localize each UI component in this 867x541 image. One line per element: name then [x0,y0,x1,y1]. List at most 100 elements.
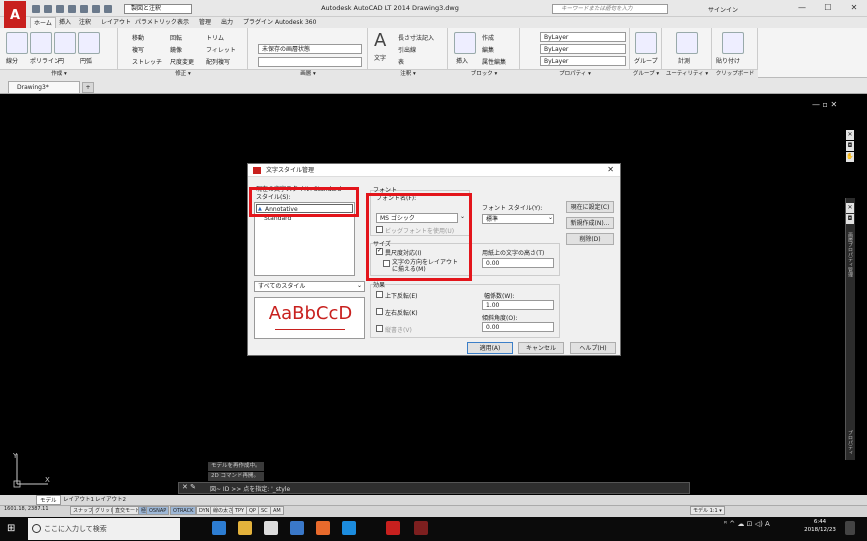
edge-icon[interactable] [212,521,226,535]
print-icon[interactable] [80,5,88,13]
scale-button[interactable]: 尺度変更 [170,57,194,66]
status-otrack[interactable]: OTRACK [170,506,197,515]
viewport-controls[interactable]: — ▫ ✕ [812,100,837,109]
status-sc[interactable]: SC [258,506,271,515]
tab-parametric[interactable]: パラメトリック [132,17,180,28]
font-style-select[interactable]: 標準 [482,214,554,224]
block-edit-button[interactable]: 編集 [482,45,494,54]
command-close-icon[interactable]: ✕ ✎ [182,483,196,491]
windows-start-icon[interactable]: ⊞ [7,523,19,535]
array-button[interactable]: 配列複写 [206,57,230,66]
status-am[interactable]: AM [270,506,284,515]
group-groups-label[interactable]: グループ ▾ [630,69,662,78]
attribute-edit-button[interactable]: 属性編集 [482,57,506,66]
tab-drawing3[interactable]: Drawing3* [8,81,80,94]
layer-palette-title[interactable]: 画層プロパティ管理 [846,232,854,292]
open-icon[interactable] [44,5,52,13]
arc-icon[interactable] [78,32,100,54]
insert-block-icon[interactable] [454,32,476,54]
tab-annotate[interactable]: 注釈 [76,17,94,28]
help-button[interactable]: ヘルプ(H) [570,342,616,354]
layer-select[interactable] [258,57,362,67]
paste-icon[interactable] [722,32,744,54]
fillet-button[interactable]: フィレット [206,45,236,54]
group-properties-label[interactable]: プロパティ ▾ [520,69,630,78]
lineweight-select[interactable]: ByLayer [540,56,626,66]
color-select[interactable]: ByLayer [540,32,626,42]
trim-button[interactable]: トリム [206,33,224,42]
taskbar-clock[interactable]: 6:44 2018/12/23 [803,518,837,534]
group-layers-label[interactable]: 画層 ▾ [248,69,368,78]
block-create-button[interactable]: 作成 [482,33,494,42]
text-tool-icon[interactable]: A [374,30,386,51]
group-clipboard-label[interactable]: クリップボード [712,69,758,78]
group-draw-label[interactable]: 作成 ▾ [0,69,118,78]
explorer-icon[interactable] [238,521,252,535]
redo-icon[interactable] [104,5,112,13]
store-icon[interactable] [290,521,304,535]
new-icon[interactable] [32,5,40,13]
group-annotation-label[interactable]: 注釈 ▾ [368,69,448,78]
layer-state-select[interactable]: 未保存の画層状態 [258,44,362,54]
tab-manage[interactable]: 管理 [196,17,214,28]
style-filter-select[interactable]: すべてのスタイル [254,281,365,292]
move-button[interactable]: 移動 [132,33,144,42]
group-icon[interactable] [635,32,657,54]
saveas-icon[interactable] [68,5,76,13]
navbar-wheel-icon[interactable]: ◘ [846,141,854,151]
line-icon[interactable] [6,32,28,54]
dimension-button[interactable]: 長さ寸法記入 [398,33,434,42]
palette-close-icon[interactable]: ✕ [846,203,854,213]
tab-view[interactable]: 表示 [174,17,192,28]
command-input[interactable]: 図~ ID >> 点を指定: '_style [210,484,290,493]
group-block-label[interactable]: ブロック ▾ [448,69,520,78]
tab-a360[interactable]: Autodesk 360 [272,17,319,28]
navbar-close-icon[interactable]: ✕ [846,130,854,140]
cancel-button[interactable]: キャンセル [518,342,564,354]
tab-plugins[interactable]: プラグイン [240,17,276,28]
group-modify-label[interactable]: 修正 ▾ [118,69,248,78]
upside-down-checkbox[interactable] [376,291,383,298]
tab-layout[interactable]: レイアウト [98,17,134,28]
properties-palette-title[interactable]: プロパティ [846,430,854,466]
undo-icon[interactable] [92,5,100,13]
dialog-close-button[interactable]: ✕ [607,165,614,174]
delete-style-button[interactable]: 削除(D) [566,233,614,245]
status-qp[interactable]: QP [246,506,259,515]
notifications-icon[interactable] [845,521,855,535]
maximize-button[interactable]: ☐ [822,3,834,13]
workspace-select[interactable]: 製図と注釈 [124,4,192,14]
tab-model[interactable]: モデル [36,495,61,505]
polyline-icon[interactable] [30,32,52,54]
minimize-button[interactable]: — [796,3,808,13]
mirror-button[interactable]: 鏡像 [170,45,182,54]
measure-icon[interactable] [676,32,698,54]
system-tray[interactable]: ᴿ ^ ☁ ⊡ ◁) A [724,520,770,528]
autocad-lt-taskbar-icon[interactable] [414,521,428,535]
width-factor-input[interactable]: 1.00 [482,300,554,310]
tab-home[interactable]: ホーム [30,17,56,28]
oblique-angle-input[interactable]: 0.00 [482,322,554,332]
leader-button[interactable]: 引出線 [398,45,416,54]
group-utilities-label[interactable]: ユーティリティ ▾ [662,69,712,78]
linetype-select[interactable]: ByLayer [540,44,626,54]
save-icon[interactable] [56,5,64,13]
taskbar-search[interactable]: ここに入力して検索 [28,518,180,540]
tab-insert[interactable]: 挿入 [56,17,74,28]
media-icon[interactable] [316,521,330,535]
autocad-taskbar-icon[interactable] [386,521,400,535]
paper-height-input[interactable]: 0.00 [482,258,554,268]
new-style-button[interactable]: 新規作成(N)... [566,217,614,229]
app-logo-icon[interactable]: A [4,1,26,31]
signin-button[interactable]: サインイン [708,5,738,14]
mail-icon[interactable] [264,521,278,535]
search-input[interactable]: キーワードまたは語句を入力 [552,4,668,14]
new-drawing-tab-icon[interactable]: + [82,82,94,93]
rotate-button[interactable]: 回転 [170,33,182,42]
backwards-checkbox[interactable] [376,308,383,315]
status-tpy[interactable]: TPY [232,506,248,515]
status-osnap[interactable]: OSNAP [146,506,170,515]
circle-icon[interactable] [54,32,76,54]
set-current-button[interactable]: 現在に設定(C) [566,201,614,213]
navbar-pan-icon[interactable]: ✋ [846,152,854,162]
